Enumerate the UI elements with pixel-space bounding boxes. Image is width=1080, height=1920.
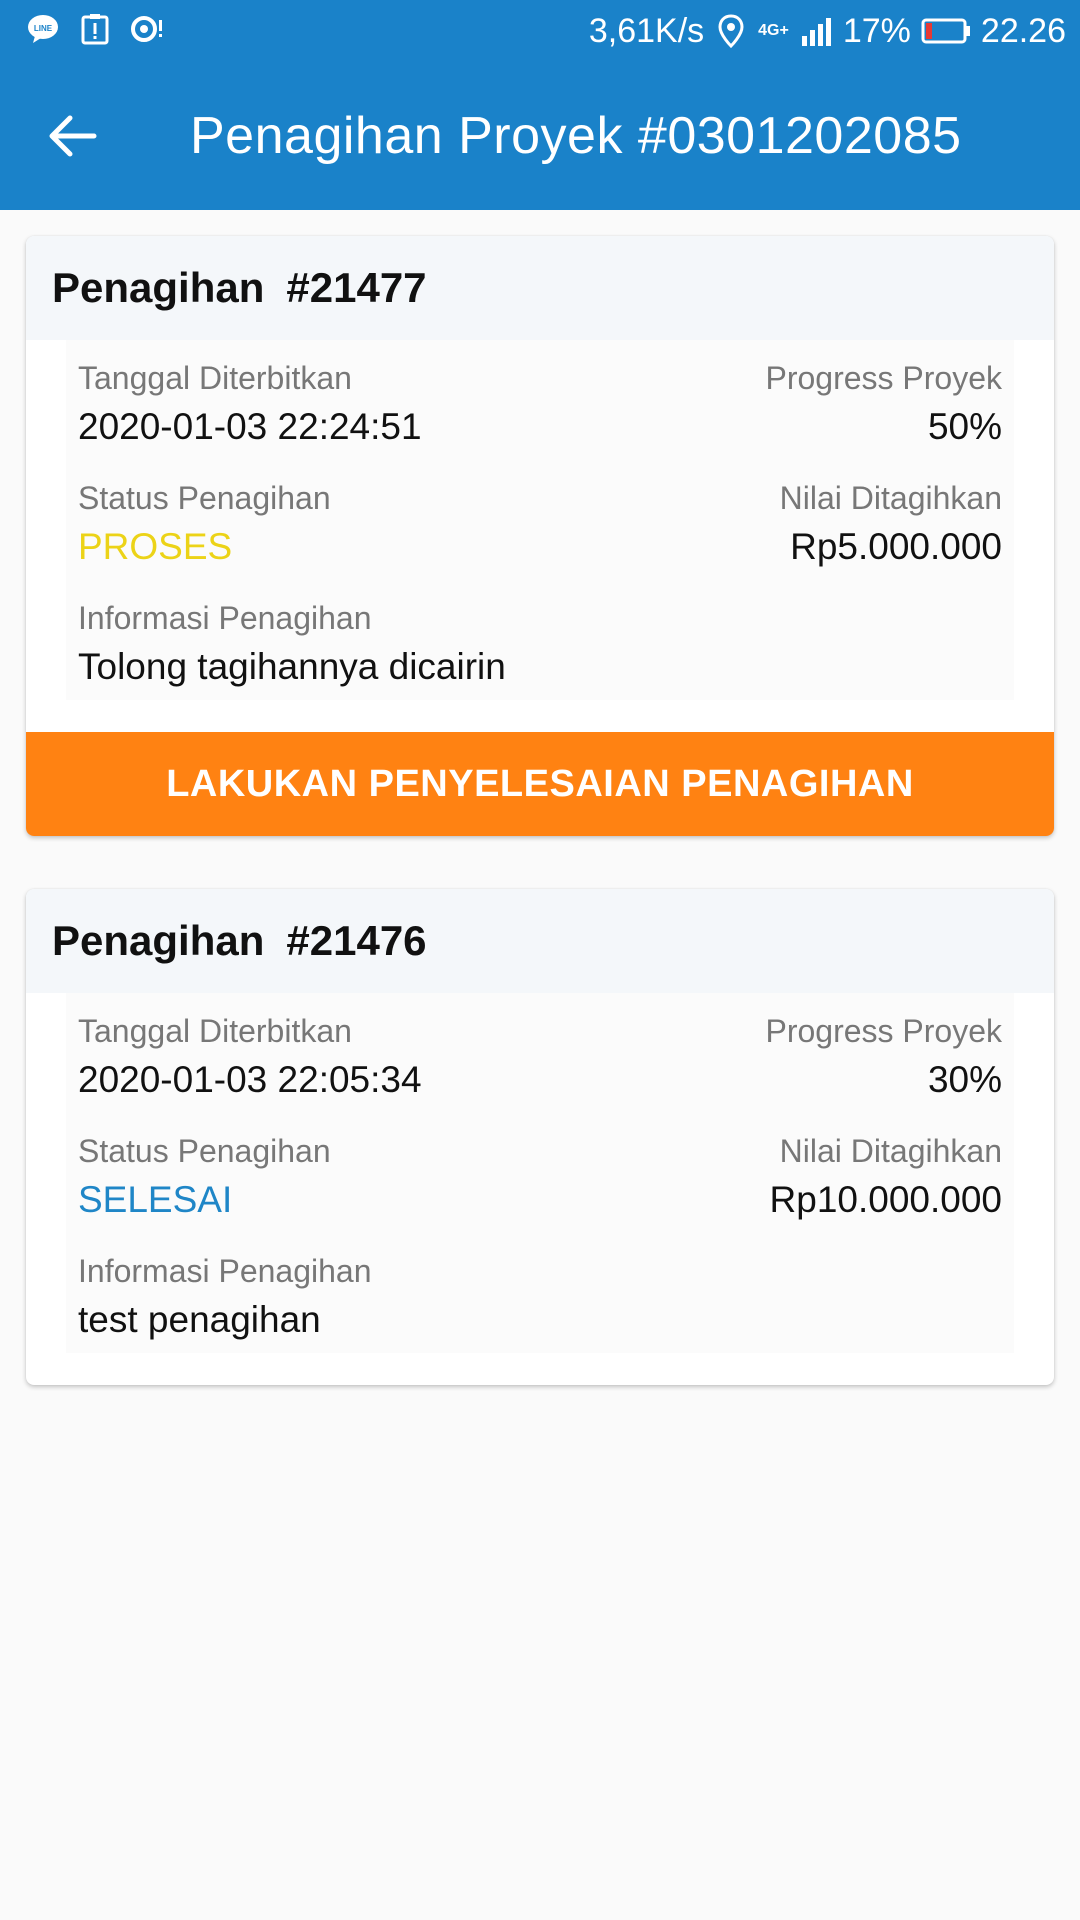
progress-label: Progress Proyek: [765, 1013, 1002, 1049]
invoice-info: Tolong tagihannya dicairin: [78, 646, 506, 687]
amount-label: Nilai Ditagihkan: [779, 480, 1002, 516]
progress-label: Progress Proyek: [765, 360, 1002, 396]
invoice-row-status-amount: Status Penagihan SELESAI Nilai Ditagihka…: [66, 1113, 1014, 1233]
date-label: Tanggal Diterbitkan: [78, 1013, 352, 1049]
invoice-row-date-progress: Tanggal Diterbitkan 2020-01-03 22:05:34 …: [66, 993, 1014, 1113]
project-progress: 50%: [927, 406, 1002, 447]
alert-icon: [78, 12, 112, 46]
invoice-number: #21476: [286, 917, 427, 964]
invoice-row-status-amount: Status Penagihan PROSES Nilai Ditagihkan…: [66, 460, 1014, 580]
invoice-header: Penagihan #21476: [26, 889, 1054, 993]
line-icon: LINE: [26, 12, 60, 46]
invoice-number: #21477: [286, 264, 427, 311]
invoice-status: PROSES: [78, 526, 233, 567]
invoice-label: Penagihan: [52, 264, 265, 311]
location-icon: [714, 14, 748, 48]
signal-icon: [799, 14, 833, 48]
invoice-row-info: Informasi Penagihan test penagihan: [66, 1233, 1014, 1353]
issued-date: 2020-01-03 22:05:34: [78, 1059, 422, 1100]
invoice-card: Penagihan #21476 Tanggal Diterbitkan 202…: [26, 889, 1054, 1385]
invoice-header: Penagihan #21477: [26, 236, 1054, 340]
status-label: Status Penagihan: [78, 480, 331, 516]
sync-icon: [130, 12, 164, 46]
amount-label: Nilai Ditagihkan: [779, 1133, 1002, 1169]
complete-invoice-button[interactable]: LAKUKAN PENYELESAIAN PENAGIHAN: [26, 732, 1054, 836]
battery-percent: 17%: [842, 11, 911, 50]
invoice-row-info: Informasi Penagihan Tolong tagihannya di…: [66, 580, 1014, 700]
page-title: Penagihan Proyek #0301202085: [190, 107, 962, 165]
invoice-amount: Rp5.000.000: [790, 526, 1002, 567]
status-label: Status Penagihan: [78, 1133, 331, 1169]
invoice-status: SELESAI: [78, 1179, 233, 1220]
invoice-label: Penagihan: [52, 917, 265, 964]
battery-icon: [921, 14, 971, 48]
app-bar: Penagihan Proyek #0301202085: [0, 62, 1080, 210]
project-progress: 30%: [927, 1059, 1002, 1100]
arrow-left-icon: [44, 115, 100, 168]
svg-text:LINE: LINE: [34, 24, 53, 33]
info-label: Informasi Penagihan: [78, 600, 372, 636]
invoice-row-date-progress: Tanggal Diterbitkan 2020-01-03 22:24:51 …: [66, 340, 1014, 460]
issued-date: 2020-01-03 22:24:51: [78, 406, 422, 447]
invoice-info: test penagihan: [78, 1299, 321, 1340]
network-speed: 3,61K/s: [588, 11, 705, 50]
back-button[interactable]: [44, 108, 100, 164]
status-bar: LINE 3,61K/s 4G+ 17% 22.26: [0, 0, 1080, 62]
date-label: Tanggal Diterbitkan: [78, 360, 352, 396]
network-type: 4G+: [758, 22, 789, 39]
clock: 22.26: [980, 11, 1066, 50]
invoice-amount: Rp10.000.000: [769, 1179, 1002, 1220]
invoice-card: Penagihan #21477 Tanggal Diterbitkan 202…: [26, 236, 1054, 836]
info-label: Informasi Penagihan: [78, 1253, 372, 1289]
